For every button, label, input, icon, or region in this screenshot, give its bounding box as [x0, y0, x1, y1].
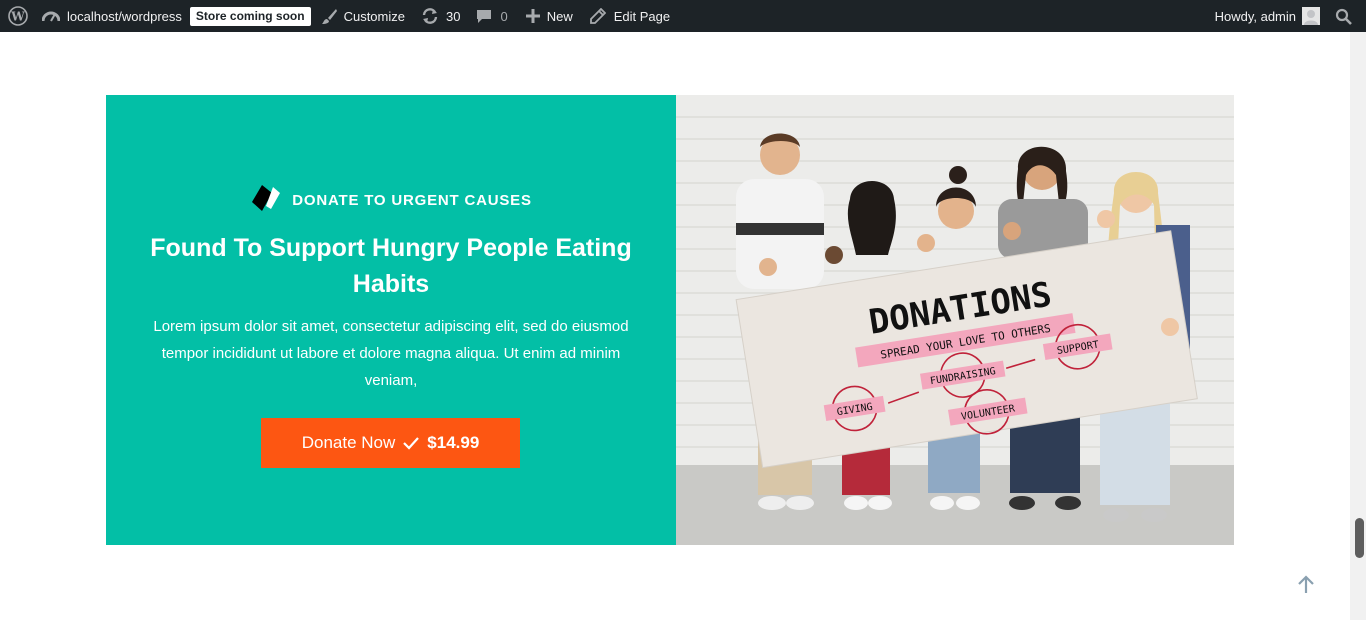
comments-count: 0 — [500, 8, 508, 24]
page-scrollbar[interactable] — [1350, 32, 1366, 620]
photo-illustration: DONATIONS SPREAD YOUR LOVE TO OTHERS GIV… — [676, 95, 1234, 545]
donate-now-button[interactable]: Donate Now $14.99 — [261, 418, 520, 468]
eyebrow-label: DONATE TO URGENT CAUSES — [292, 191, 532, 209]
donate-button-label: Donate Now — [301, 433, 396, 452]
headline: Found To Support Hungry People Eating Ha… — [150, 234, 632, 298]
new-content-link[interactable]: New — [525, 0, 573, 32]
wordpress-logo-icon: W — [8, 6, 28, 26]
comment-icon — [476, 8, 492, 24]
eyebrow: DONATE TO URGENT CAUSES — [106, 185, 676, 215]
plus-icon — [525, 9, 540, 23]
search-toggle[interactable] — [1320, 0, 1366, 32]
store-coming-soon-badge: Store coming soon — [189, 6, 311, 26]
body-text: Lorem ipsum dolor sit amet, consectetur … — [153, 318, 629, 389]
admin-bar: W localhost/wordpress Store coming soon … — [0, 0, 1366, 32]
refresh-icon — [421, 7, 439, 25]
search-icon — [1335, 8, 1352, 25]
comments-link[interactable]: 0 — [476, 0, 508, 32]
avatar — [1302, 7, 1320, 25]
edit-page-link[interactable]: Edit Page — [589, 0, 671, 32]
donation-cta-panel: DONATE TO URGENT CAUSES Found To Support… — [106, 95, 676, 545]
dashboard-icon — [42, 8, 60, 24]
donate-button-price: $14.99 — [427, 433, 480, 452]
updates-link[interactable]: 30 — [421, 0, 460, 32]
arrow-up-icon — [1294, 575, 1318, 601]
tag-icon — [250, 185, 282, 215]
wordpress-logo-menu[interactable]: W — [0, 0, 36, 32]
customize-link[interactable]: Customize — [321, 0, 405, 32]
site-name-link[interactable]: localhost/wordpress — [42, 0, 182, 32]
customize-label: Customize — [343, 8, 405, 24]
new-label: New — [546, 8, 573, 24]
pencil-icon — [589, 8, 606, 24]
back-to-top-button[interactable] — [1294, 573, 1318, 597]
check-icon — [403, 436, 420, 450]
edit-page-label: Edit Page — [613, 8, 671, 24]
greeting: Howdy, admin — [1214, 8, 1296, 24]
scrollbar-thumb[interactable] — [1355, 518, 1364, 558]
site-name: localhost/wordpress — [67, 8, 182, 24]
my-account-link[interactable]: Howdy, admin — [1215, 0, 1320, 32]
svg-text:W: W — [10, 10, 25, 24]
updates-count: 30 — [446, 8, 461, 24]
paintbrush-icon — [321, 8, 338, 25]
donations-photo: DONATIONS SPREAD YOUR LOVE TO OTHERS GIV… — [676, 95, 1234, 545]
store-status[interactable]: Store coming soon — [189, 0, 311, 32]
